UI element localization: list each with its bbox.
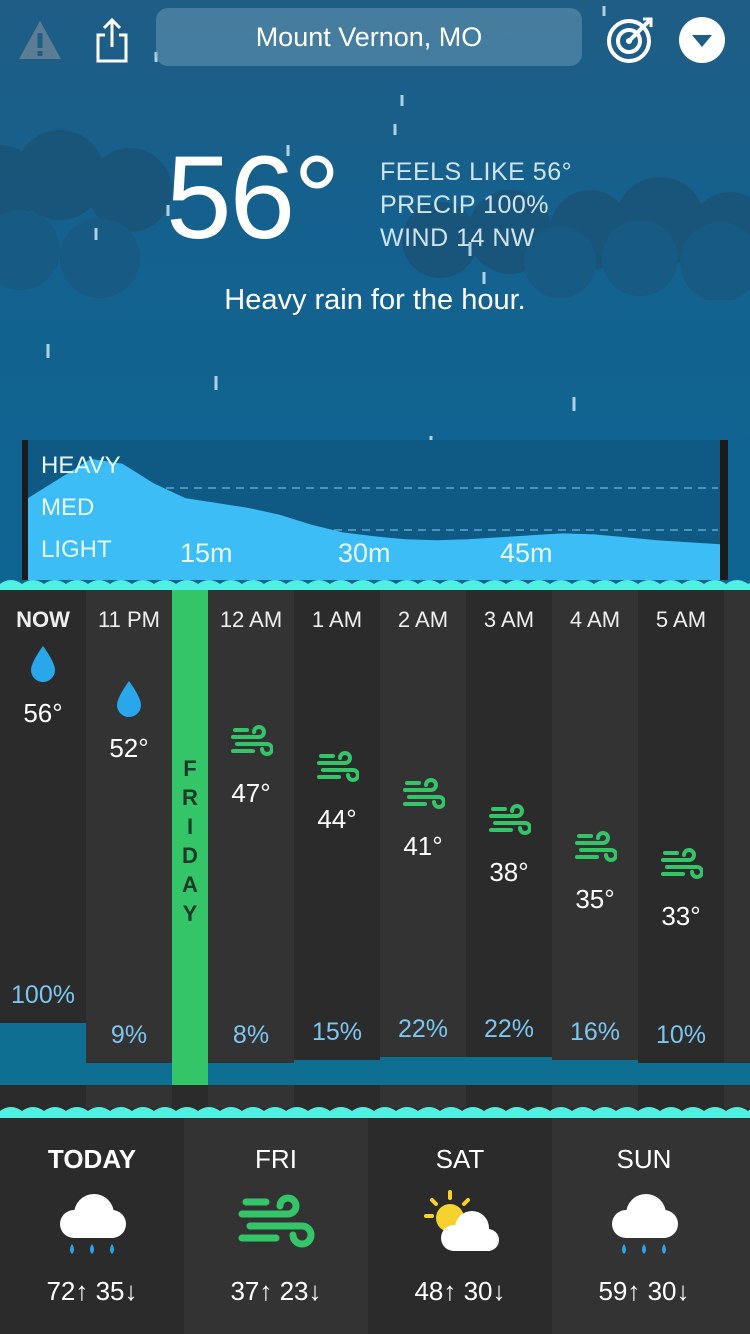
hour-time: 5 AM — [655, 607, 707, 632]
hour-precip: 100% — [11, 981, 75, 1009]
hour-column[interactable]: 63 — [724, 590, 750, 1108]
daily-forecast[interactable]: TODAY 72↑ 35↓ FRI 37↑ 23↓ SAT 48↑ 30↓ SU… — [0, 1118, 750, 1334]
hour-column[interactable]: 4 AM 35° 16% — [552, 590, 638, 1108]
precip-text: PRECIP 100% — [380, 191, 550, 219]
hour-time: 2 AM — [397, 607, 449, 632]
hour-temp: 47° — [231, 777, 271, 808]
hour-time: 4 AM — [569, 607, 621, 632]
hour-time: 3 AM — [483, 607, 535, 632]
level-heavy: HEAVY — [41, 452, 121, 479]
day-hilo: 37↑ 23↓ — [230, 1276, 322, 1306]
rain-cloud-icon — [604, 1188, 684, 1263]
feels-like-text: FEELS LIKE 56° — [380, 158, 573, 186]
share-button[interactable] — [82, 10, 142, 70]
partly-cloudy-icon — [420, 1188, 500, 1263]
day-marker-letter: Y — [182, 901, 198, 926]
hour-column[interactable]: 1 AM 44° 15% — [294, 590, 380, 1108]
hour-precip-bar — [466, 1057, 552, 1085]
wind-icon — [659, 847, 704, 886]
day-marker-letter: I — [186, 814, 194, 839]
location-name: Mount Vernon, MO — [255, 21, 483, 52]
hour-column[interactable]: 2 AM 41° 22% — [380, 590, 466, 1108]
hour-time: 12 AM — [219, 607, 283, 632]
raindrop-icon — [114, 679, 144, 724]
rain-cloud-icon — [52, 1188, 132, 1263]
day-marker-letter: D — [182, 843, 198, 868]
hour-precip-bar — [86, 1063, 172, 1085]
hour-precip-bar — [380, 1057, 466, 1085]
hour-precip-bar — [724, 1062, 750, 1085]
warning-icon — [19, 21, 61, 59]
day-hilo: 48↑ 30↓ — [414, 1276, 506, 1306]
day-marker-letter: R — [182, 785, 198, 810]
hour-precip: 8% — [232, 1021, 270, 1050]
raindrop-icon — [28, 644, 58, 689]
level-med: MED — [41, 494, 95, 521]
wind-icon — [487, 803, 532, 842]
hour-precip: 9% — [110, 1021, 148, 1050]
hour-time: NOW — [16, 607, 70, 632]
wind-icon — [236, 1188, 316, 1263]
hour-temp: 35° — [575, 883, 615, 914]
day-label: SUN — [616, 1144, 672, 1174]
day-today[interactable]: TODAY 72↑ 35↓ — [0, 1118, 184, 1334]
hour-precip: 22% — [397, 1015, 449, 1044]
day-fri[interactable]: FRI 37↑ 23↓ — [184, 1118, 368, 1334]
day-label: SAT — [435, 1144, 485, 1174]
hour-column[interactable]: 12 AM 47° 8% — [208, 590, 294, 1108]
day-marker-letter: F — [183, 756, 197, 781]
wind-icon — [401, 777, 446, 816]
chevron-down-icon — [679, 17, 725, 63]
hour-temp: 38° — [489, 857, 529, 888]
level-light: LIGHT — [41, 536, 112, 563]
day-sun[interactable]: SUN 59↑ 30↓ — [552, 1118, 750, 1334]
day-hilo: 59↑ 30↓ — [598, 1276, 690, 1306]
day-label: FRI — [255, 1144, 297, 1174]
hour-precip-bar — [208, 1063, 294, 1085]
hour-precip-bar — [552, 1059, 638, 1085]
wind-icon — [229, 724, 274, 763]
hour-precip-bar — [294, 1060, 380, 1085]
hour-precip: 16% — [569, 1017, 621, 1046]
day-label: TODAY — [47, 1144, 137, 1174]
day-hilo: 72↑ 35↓ — [46, 1276, 138, 1306]
hour-temp: 52° — [109, 733, 149, 764]
day-marker-letter: A — [182, 872, 198, 897]
day-sat[interactable]: SAT 48↑ 30↓ — [368, 1118, 552, 1334]
tick-45m: 45m — [500, 538, 553, 568]
hour-column[interactable]: 5 AM 33° 10% — [638, 590, 724, 1108]
hour-temp: 41° — [403, 830, 443, 861]
hour-precip-bar — [638, 1062, 724, 1085]
hour-temp: 44° — [317, 804, 357, 835]
location-selector[interactable]: Mount Vernon, MO — [156, 8, 582, 66]
hour-precip: 15% — [311, 1018, 363, 1047]
hour-precip: 22% — [483, 1015, 535, 1044]
wind-icon — [573, 830, 618, 869]
hour-summary: Heavy rain for the hour. — [224, 284, 526, 316]
menu-button[interactable] — [672, 10, 732, 70]
tick-30m: 30m — [338, 538, 391, 568]
current-temperature: 56° — [166, 132, 340, 264]
hour-column[interactable]: 3 AM 38° 22% — [466, 590, 552, 1108]
tick-15m: 15m — [180, 538, 233, 568]
hour-precip: 10% — [655, 1020, 707, 1049]
hour-column[interactable]: NOW 56° 100% — [0, 590, 86, 1108]
share-icon — [96, 17, 128, 63]
hourly-forecast[interactable]: NOW 56° 100% 11 PM 52° 9% 12 AM 47° 8% 1 AM 44° 15%… — [0, 590, 750, 1108]
hour-temp: 56° — [23, 698, 63, 728]
radar-button[interactable] — [600, 10, 660, 70]
wind-icon — [315, 750, 360, 789]
hour-time: 6 — [724, 607, 750, 633]
hour-time: 1 AM — [311, 607, 363, 632]
current-conditions-panel: Mount Vernon, MO 56° FEELS LIKE 56° PREC… — [0, 0, 750, 590]
precip-intensity-graph[interactable]: HEAVY MED LIGHT 15m 30m 45m — [22, 440, 728, 580]
alert-button[interactable] — [10, 10, 70, 70]
hour-time: 11 PM — [98, 607, 160, 632]
hour-column[interactable]: 11 PM 52° 9% — [86, 590, 172, 1108]
day-marker-friday: FRIDAY — [172, 590, 208, 1085]
hour-precip-bar — [0, 1023, 86, 1085]
hour-temp: 33° — [661, 901, 701, 932]
radar-icon — [607, 17, 653, 63]
wind-text: WIND 14 NW — [380, 224, 535, 252]
